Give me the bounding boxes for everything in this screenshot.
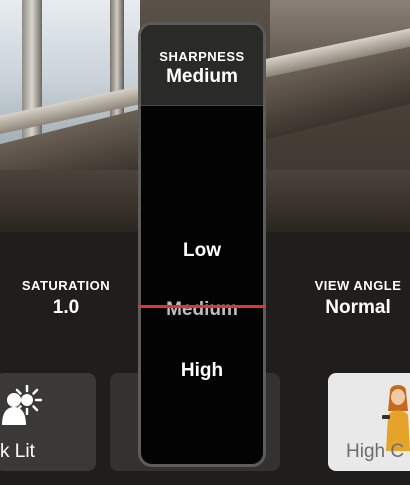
view-angle-value: Normal <box>325 297 391 318</box>
scene-tile-label: k Lit <box>0 441 35 462</box>
sharpness-option-medium[interactable]: Medium <box>141 299 263 321</box>
saturation-label: SATURATION <box>21 278 111 293</box>
scene-tile-label: High C <box>346 441 405 462</box>
sharpness-label: SHARPNESS <box>159 49 245 64</box>
sharpness-picker[interactable]: SHARPNESS Medium Low Medium High <box>138 22 266 467</box>
sun-icon <box>12 385 42 415</box>
scene-tile-back-lit[interactable]: k Lit <box>0 373 96 471</box>
sharpness-option-high[interactable]: High <box>141 360 263 382</box>
sharpness-current-value: Medium <box>166 66 238 87</box>
saturation-value: 1.0 <box>52 297 80 318</box>
sharpness-picker-header: SHARPNESS Medium <box>141 25 263 106</box>
saturation-setting[interactable]: SATURATION 1.0 <box>6 278 126 319</box>
view-angle-label: VIEW ANGLE <box>314 278 402 293</box>
view-angle-setting[interactable]: VIEW ANGLE Normal <box>296 278 410 319</box>
scene-tile-high-contrast[interactable]: High C <box>328 373 410 471</box>
sharpness-option-low[interactable]: Low <box>141 240 263 262</box>
selection-indicator-line <box>138 305 266 308</box>
